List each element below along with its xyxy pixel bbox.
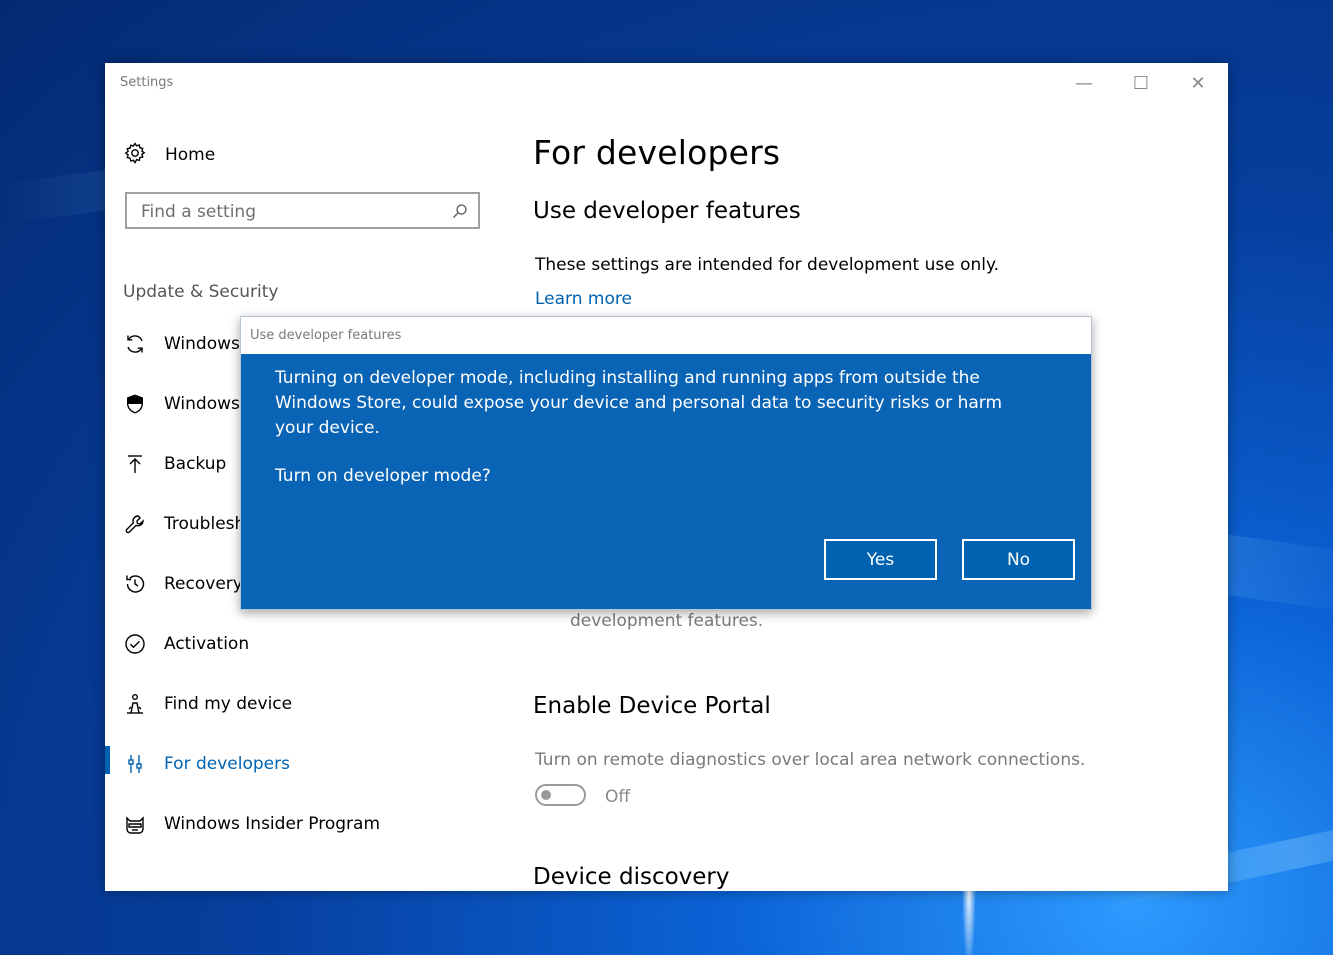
sidebar-item-label: Troublesh bbox=[164, 514, 246, 534]
gear-icon bbox=[123, 141, 147, 169]
sidebar-item-label: Windows bbox=[164, 394, 240, 414]
sidebar-item-label: For developers bbox=[164, 754, 290, 774]
ninja-cat-icon bbox=[123, 812, 147, 836]
wrench-icon bbox=[123, 512, 147, 536]
nav-home-label: Home bbox=[165, 145, 216, 165]
history-icon bbox=[123, 572, 147, 596]
sidebar-item-label: Backup bbox=[164, 454, 227, 474]
sidebar-item-activation[interactable]: Activation bbox=[123, 628, 249, 660]
sidebar-item-troubleshoot[interactable]: Troublesh bbox=[123, 508, 245, 540]
upload-arrow-icon bbox=[123, 452, 147, 476]
device-portal-toggle[interactable] bbox=[535, 784, 586, 806]
dialog-question: Turn on developer mode? bbox=[275, 466, 491, 486]
section-header: Update & Security bbox=[123, 282, 279, 302]
dialog-message: Turning on developer mode, including ins… bbox=[275, 368, 1003, 438]
developer-mode-dialog: Use developer features Turning on develo… bbox=[240, 316, 1092, 610]
no-button[interactable]: No bbox=[962, 539, 1075, 580]
title-bar: Settings — ☐ ✕ bbox=[105, 63, 1228, 103]
section-description: These settings are intended for developm… bbox=[535, 255, 1000, 275]
section-heading-device-discovery: Device discovery bbox=[533, 864, 730, 890]
sidebar-item-windows-defender[interactable]: Windows bbox=[123, 388, 240, 420]
nav-home[interactable]: Home bbox=[123, 141, 215, 169]
toggle-state-label: Off bbox=[605, 787, 631, 807]
close-button[interactable]: ✕ bbox=[1176, 67, 1220, 99]
sidebar-item-windows-insider[interactable]: Windows Insider Program bbox=[123, 808, 380, 840]
search-box[interactable] bbox=[125, 192, 480, 229]
search-input[interactable] bbox=[141, 202, 441, 222]
refresh-icon bbox=[123, 332, 147, 356]
page-title: For developers bbox=[533, 133, 781, 172]
section-heading-developer-features: Use developer features bbox=[533, 198, 801, 224]
sidebar-item-windows-update[interactable]: Windows bbox=[123, 328, 240, 360]
sidebar-item-for-developers[interactable]: For developers bbox=[123, 748, 290, 780]
sidebar-item-backup[interactable]: Backup bbox=[123, 448, 226, 480]
shield-icon bbox=[123, 392, 147, 416]
maximize-button[interactable]: ☐ bbox=[1119, 67, 1163, 99]
dialog-title: Use developer features bbox=[250, 328, 402, 343]
sidebar-item-find-my-device[interactable]: Find my device bbox=[123, 688, 292, 720]
sidebar-item-label: Windows Insider Program bbox=[164, 814, 381, 834]
sidebar-item-label: Windows bbox=[164, 334, 240, 354]
yes-button[interactable]: Yes bbox=[824, 539, 937, 580]
toggle-knob bbox=[541, 790, 551, 800]
dialog-title-bar: Use developer features bbox=[241, 317, 1091, 354]
device-portal-description: Turn on remote diagnostics over local ar… bbox=[535, 750, 1086, 770]
developer-tools-icon bbox=[123, 752, 147, 776]
window-title: Settings bbox=[120, 75, 174, 90]
sidebar-item-label: Activation bbox=[164, 634, 250, 654]
search-icon[interactable] bbox=[452, 203, 468, 223]
person-location-icon bbox=[123, 692, 147, 716]
sidebar-item-label: Find my device bbox=[164, 694, 293, 714]
learn-more-link[interactable]: Learn more bbox=[535, 289, 632, 309]
section-heading-device-portal: Enable Device Portal bbox=[533, 693, 771, 719]
check-circle-icon bbox=[123, 632, 147, 656]
sidebar-item-recovery[interactable]: Recovery bbox=[123, 568, 243, 600]
sidebar-item-label: Recovery bbox=[164, 574, 243, 594]
partial-description: development features. bbox=[570, 611, 764, 631]
active-indicator bbox=[105, 746, 110, 774]
minimize-button[interactable]: — bbox=[1062, 67, 1106, 99]
